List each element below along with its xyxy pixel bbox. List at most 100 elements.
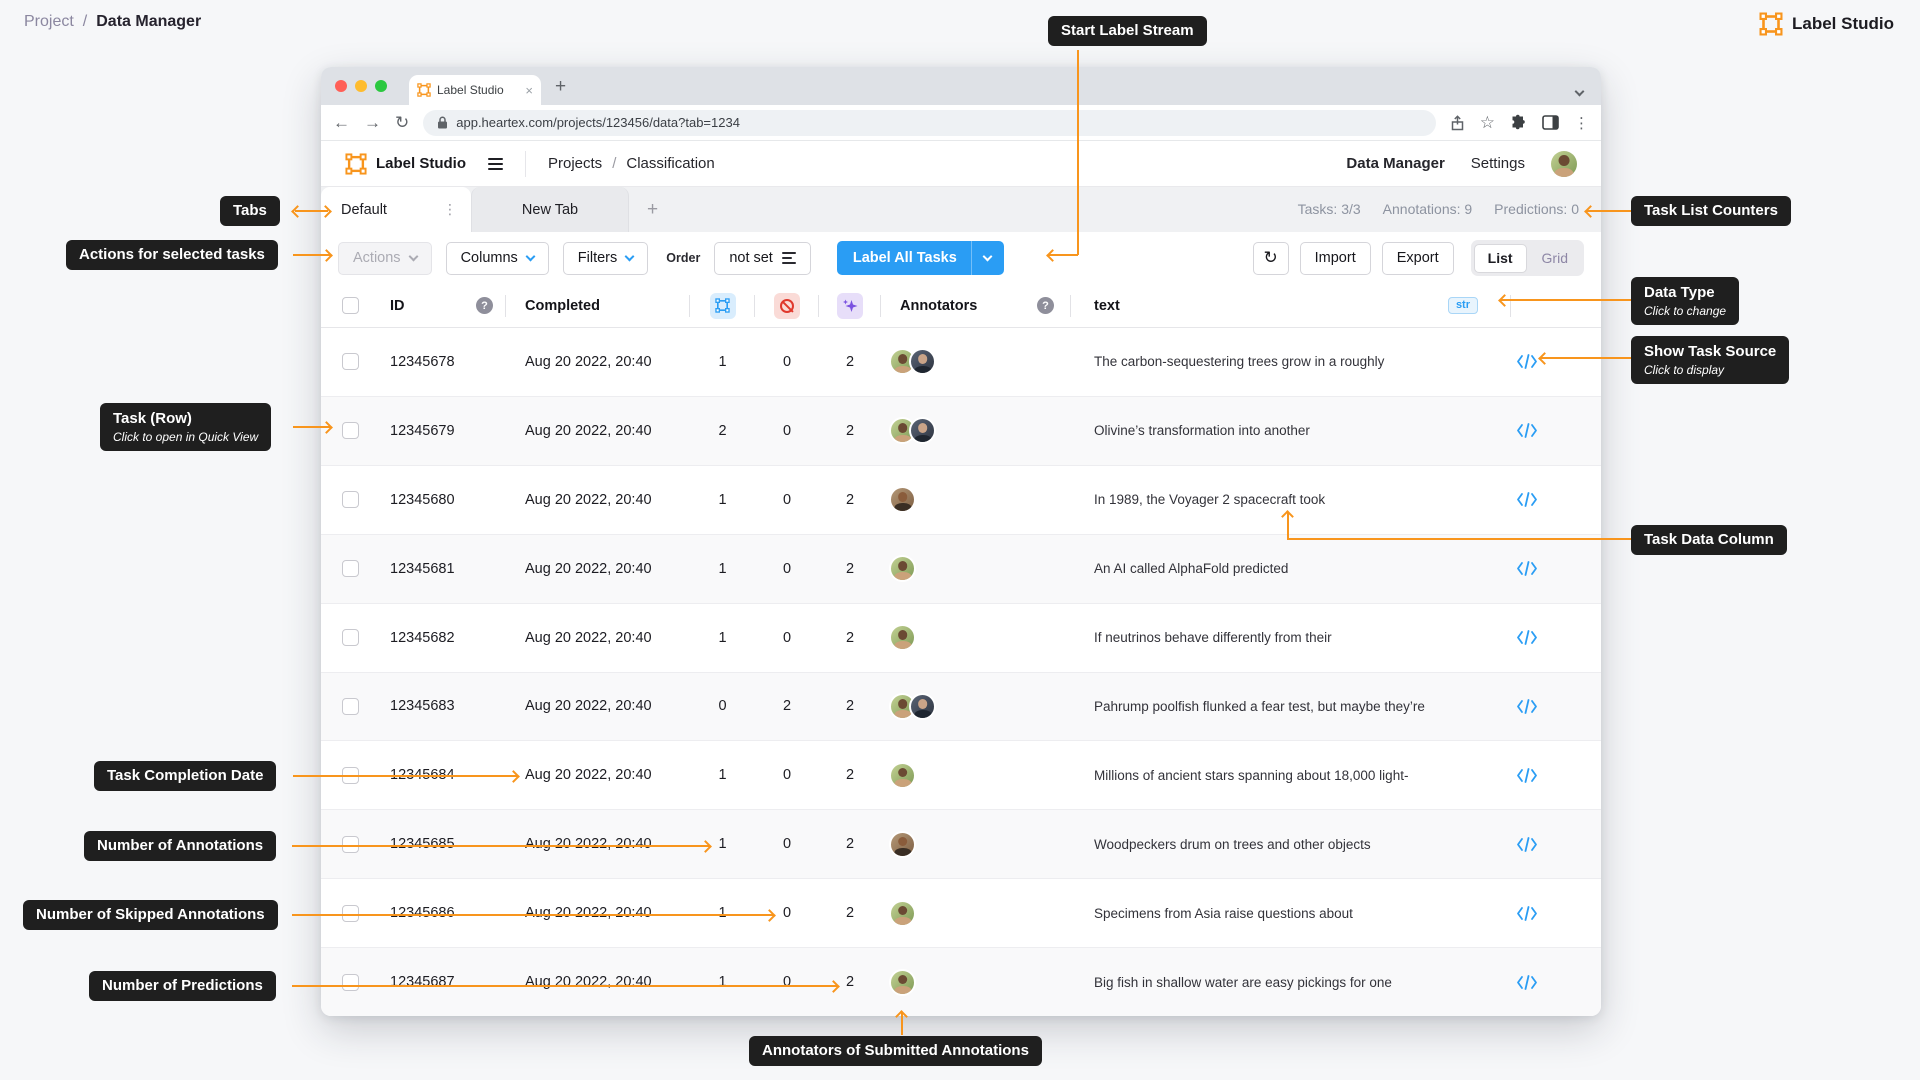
table-row[interactable]: 12345683 Aug 20 2022, 20:40 0 2 2 Pahrum… [321, 672, 1601, 742]
hamburger-menu-icon[interactable] [488, 157, 503, 170]
annotators-avatars [881, 692, 1071, 720]
label-studio-logo-icon [1759, 12, 1783, 36]
side-panel-icon[interactable] [1542, 115, 1559, 130]
user-avatar[interactable] [1551, 150, 1577, 177]
predictions-count: 2 [845, 905, 855, 922]
view-list-button[interactable]: List [1473, 243, 1527, 273]
order-button[interactable]: not set [714, 241, 811, 275]
table-row[interactable]: 12345679 Aug 20 2022, 20:40 2 0 2 Olivin… [321, 396, 1601, 466]
help-icon[interactable] [1037, 297, 1054, 314]
row-checkbox[interactable] [342, 629, 359, 647]
app-brand-label: Label Studio [376, 155, 466, 172]
select-all-checkbox[interactable] [342, 297, 359, 314]
app-breadcrumb-projects[interactable]: Projects [548, 155, 602, 172]
tab-search-chevron-icon[interactable] [1574, 82, 1585, 100]
row-checkbox[interactable] [342, 697, 359, 715]
annotator-avatar[interactable] [909, 348, 936, 376]
header-divider [525, 150, 526, 177]
favicon-label-studio [417, 83, 431, 97]
export-button[interactable]: Export [1381, 241, 1454, 275]
browser-menu-icon[interactable]: ⋮ [1574, 114, 1589, 132]
refresh-button[interactable]: ↻ [1252, 241, 1289, 275]
help-icon[interactable] [476, 297, 493, 314]
annotations-column-icon[interactable] [709, 292, 736, 319]
annotator-avatar[interactable] [889, 555, 916, 583]
annotator-avatar[interactable] [889, 486, 916, 514]
show-task-source-icon[interactable] [1516, 492, 1538, 507]
columns-button[interactable]: Columns [445, 241, 549, 275]
row-checkbox[interactable] [342, 422, 359, 440]
callout-task-list-counters: Task List Counters [1631, 196, 1791, 227]
reload-icon[interactable]: ↻ [395, 114, 409, 131]
show-task-source-icon[interactable] [1516, 699, 1538, 714]
tab-new-tab[interactable]: New Tab [471, 187, 629, 232]
forward-icon[interactable]: → [364, 114, 381, 131]
show-task-source-icon[interactable] [1516, 906, 1538, 921]
add-tab-icon[interactable]: + [647, 199, 658, 221]
task-completion-date: Aug 20 2022, 20:40 [525, 767, 652, 784]
close-tab-icon[interactable]: × [525, 83, 533, 98]
table-row[interactable]: 12345682 Aug 20 2022, 20:40 1 0 2 If neu… [321, 603, 1601, 673]
close-window-button[interactable] [335, 80, 347, 92]
extensions-puzzle-icon[interactable] [1510, 114, 1527, 131]
minimize-window-button[interactable] [355, 80, 367, 92]
show-task-source-icon[interactable] [1516, 354, 1538, 369]
task-text: Woodpeckers drum on trees and other obje… [1094, 836, 1371, 852]
label-all-tasks-button[interactable]: Label All Tasks [836, 241, 1004, 275]
table-row[interactable]: 12345678 Aug 20 2022, 20:40 1 0 2 The ca… [321, 328, 1601, 397]
table-row[interactable]: 12345687 Aug 20 2022, 20:40 1 0 2 Big fi… [321, 948, 1601, 1016]
filters-button[interactable]: Filters [562, 241, 649, 275]
task-id: 12345678 [390, 353, 455, 370]
share-icon[interactable] [1450, 114, 1465, 131]
annotator-avatar[interactable] [889, 830, 916, 858]
view-grid-button[interactable]: Grid [1529, 244, 1581, 273]
annotator-avatar[interactable] [889, 968, 916, 996]
import-button[interactable]: Import [1299, 241, 1371, 275]
table-row[interactable]: 12345680 Aug 20 2022, 20:40 1 0 2 In 198… [321, 465, 1601, 535]
callout-number-of-predictions: Number of Predictions [89, 971, 276, 1002]
zoom-window-button[interactable] [375, 80, 387, 92]
show-task-source-icon[interactable] [1516, 423, 1538, 438]
show-task-source-icon[interactable] [1516, 837, 1538, 852]
table-row[interactable]: 12345681 Aug 20 2022, 20:40 1 0 2 An AI … [321, 534, 1601, 604]
row-checkbox[interactable] [342, 560, 359, 578]
annotator-avatar[interactable] [889, 899, 916, 927]
row-checkbox[interactable] [342, 973, 359, 991]
header-id[interactable]: ID [390, 298, 405, 314]
annotator-avatar[interactable] [889, 624, 916, 652]
row-checkbox[interactable] [342, 491, 359, 509]
browser-tab[interactable]: Label Studio × [409, 75, 541, 105]
predictions-count: 2 [845, 698, 855, 715]
skipped-column-icon[interactable] [774, 292, 800, 319]
show-task-source-icon[interactable] [1516, 975, 1538, 990]
back-icon[interactable]: ← [333, 114, 350, 131]
nav-settings[interactable]: Settings [1471, 155, 1525, 172]
skipped-count: 0 [782, 629, 792, 646]
new-tab-button[interactable]: + [555, 77, 566, 96]
predictions-column-icon[interactable] [837, 292, 863, 319]
bookmark-star-icon[interactable]: ☆ [1480, 113, 1495, 133]
header-annotators[interactable]: Annotators [900, 298, 977, 314]
show-task-source-icon[interactable] [1516, 561, 1538, 576]
row-checkbox[interactable] [342, 353, 359, 371]
header-text[interactable]: text [1094, 298, 1120, 314]
skipped-count: 0 [782, 422, 792, 439]
url-field[interactable]: app.heartex.com/projects/123456/data?tab… [423, 109, 1436, 136]
breadcrumb-project[interactable]: Project [24, 13, 74, 31]
chevron-down-icon[interactable] [982, 251, 993, 262]
predictions-count: 2 [845, 560, 855, 577]
show-task-source-icon[interactable] [1516, 768, 1538, 783]
tab-menu-icon[interactable]: ⋮ [443, 201, 457, 218]
filters-label: Filters [577, 250, 618, 266]
annotator-avatar[interactable] [909, 417, 936, 445]
actions-button[interactable]: Actions [338, 241, 432, 275]
show-task-source-icon[interactable] [1516, 630, 1538, 645]
header-completed[interactable]: Completed [525, 298, 600, 314]
nav-data-manager[interactable]: Data Manager [1346, 155, 1444, 172]
annotator-avatar[interactable] [889, 761, 916, 789]
annotator-avatar[interactable] [909, 692, 936, 720]
app-logo-icon[interactable] [345, 153, 367, 175]
data-type-badge[interactable]: str [1447, 297, 1478, 314]
tab-default[interactable]: Default ⋮ [321, 187, 471, 232]
button-divider [970, 241, 972, 275]
